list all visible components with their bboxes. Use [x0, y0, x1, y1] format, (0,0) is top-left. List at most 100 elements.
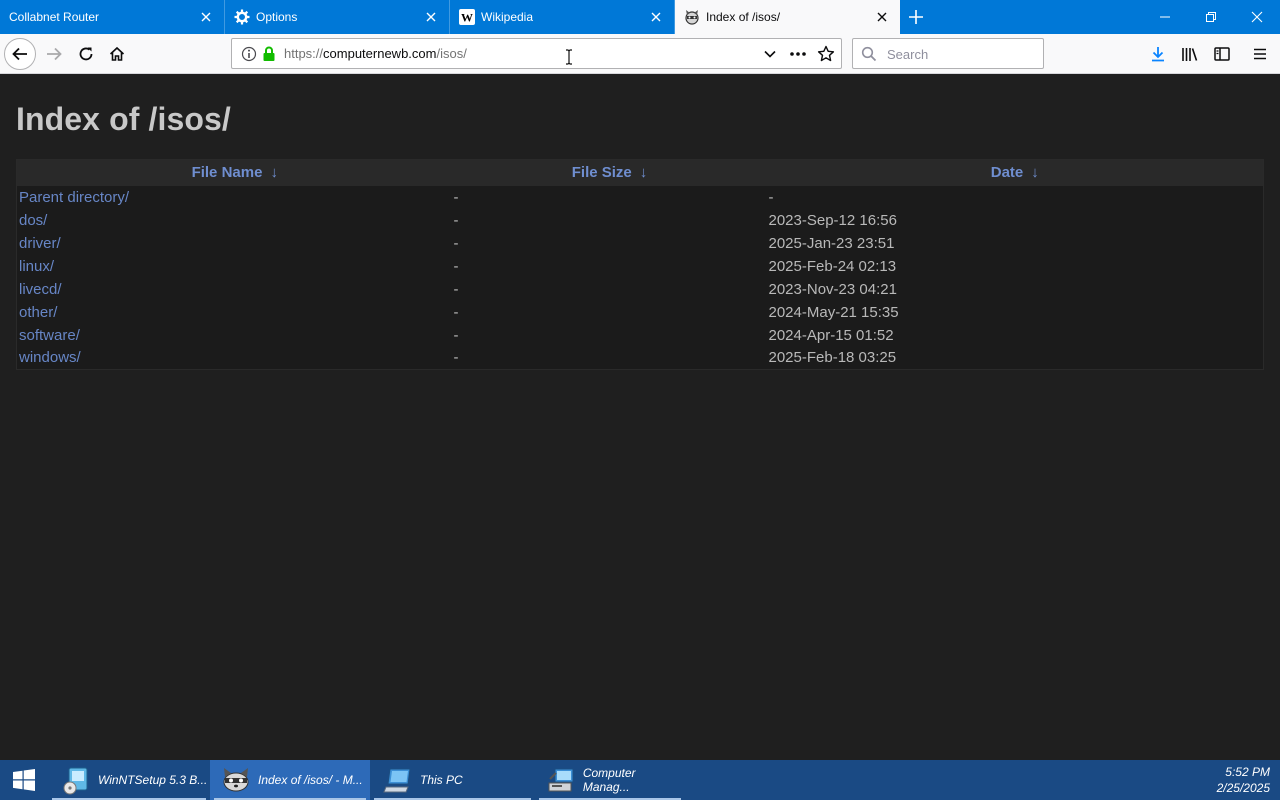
- column-label: File Size: [571, 164, 632, 182]
- taskbar-item-computer-management[interactable]: Computer Manag...: [535, 760, 685, 800]
- column-header-file-name[interactable]: File Name ↓: [16, 159, 453, 186]
- menu-button[interactable]: [1248, 42, 1272, 66]
- date-cell: 2025-Feb-18 03:25: [768, 349, 897, 367]
- back-arrow-icon: [12, 47, 27, 61]
- page-title: Index of /isos/: [16, 101, 231, 137]
- library-icon: [1182, 48, 1198, 61]
- file-size-cell: -: [453, 280, 459, 298]
- downloads-button[interactable]: [1146, 42, 1170, 66]
- minimize-icon: [1160, 16, 1170, 18]
- directory-link[interactable]: dos/: [19, 212, 47, 229]
- close-tab-icon[interactable]: [198, 9, 214, 25]
- forward-button[interactable]: [38, 38, 70, 70]
- chevron-down-icon: [764, 50, 776, 58]
- reload-button[interactable]: [70, 38, 102, 70]
- column-label: File Name: [191, 164, 263, 182]
- plus-icon: [909, 10, 923, 24]
- url-text[interactable]: https://computernewb.com/isos/: [284, 46, 467, 61]
- tab-collabnet-router[interactable]: Collabnet Router: [0, 0, 225, 34]
- column-label: Date: [990, 164, 1024, 182]
- page-content: Index of /isos/ File Name ↓ File Size ↓ Da…: [0, 75, 1280, 760]
- page-actions-button[interactable]: [789, 45, 807, 63]
- directory-link[interactable]: software/: [19, 327, 80, 344]
- taskbar-item-label: This PC: [420, 773, 463, 787]
- reload-icon: [79, 47, 93, 61]
- restore-button[interactable]: [1188, 0, 1234, 34]
- directory-link[interactable]: linux/: [19, 258, 54, 275]
- clock-time: 5:52 PM: [1225, 765, 1270, 779]
- new-tab-button[interactable]: [900, 0, 932, 34]
- date-cell: 2025-Jan-23 23:51: [768, 234, 895, 252]
- tab-index-of-isos[interactable]: Index of /isos/: [675, 0, 900, 34]
- sort-arrow-icon: ↓: [1031, 164, 1039, 182]
- restore-icon: [1206, 12, 1216, 22]
- tab-options[interactable]: Options: [225, 0, 450, 34]
- close-icon: [1251, 11, 1263, 23]
- lock-icon[interactable]: [262, 46, 276, 62]
- taskbar-item-label: Computer Manag...: [582, 766, 636, 794]
- taskbar-item-winntsetup[interactable]: WinNTSetup 5.3 B...: [48, 760, 210, 800]
- tab-title: Wikipedia: [481, 10, 534, 24]
- taskbar-item-label: WinNTSetup 5.3 B...: [98, 773, 208, 787]
- directory-link[interactable]: livecd/: [19, 281, 62, 298]
- column-header-date[interactable]: Date ↓: [766, 159, 1264, 186]
- star-icon: [817, 45, 835, 62]
- url-bar[interactable]: https://computernewb.com/isos/: [231, 38, 842, 69]
- sidebar-toggle-button[interactable]: [1210, 42, 1234, 66]
- taskbar-item-this-pc[interactable]: This PC: [370, 760, 535, 800]
- directory-link[interactable]: windows/: [19, 349, 81, 366]
- home-icon: [109, 46, 125, 61]
- url-host: computernewb.com: [323, 46, 437, 61]
- back-button[interactable]: [4, 38, 36, 70]
- sort-arrow-icon: ↓: [639, 164, 648, 182]
- directory-link[interactable]: Parent directory/: [19, 189, 129, 206]
- taskbar-item-firefox[interactable]: Index of /isos/ - M...: [210, 760, 370, 800]
- date-cell: 2025-Feb-24 02:13: [768, 257, 897, 275]
- navigation-toolbar: https://computernewb.com/isos/: [0, 34, 1280, 74]
- home-button[interactable]: [101, 38, 133, 70]
- close-tab-icon[interactable]: [648, 9, 664, 25]
- info-icon[interactable]: [241, 46, 257, 62]
- close-window-button[interactable]: [1234, 0, 1280, 34]
- table-row: dos/ - 2023-Sep-12 16:56: [17, 209, 1264, 232]
- search-input[interactable]: [887, 44, 1037, 64]
- sort-arrow-icon: ↓: [270, 164, 278, 182]
- windows-taskbar: WinNTSetup 5.3 B... Index of /isos/ - M.…: [0, 760, 1280, 800]
- close-tab-icon[interactable]: [874, 9, 890, 25]
- raccoon-favicon-icon: [684, 9, 700, 25]
- url-dropdown-button[interactable]: [761, 45, 779, 63]
- close-tab-icon[interactable]: [423, 9, 439, 25]
- directory-link[interactable]: other/: [19, 304, 57, 321]
- search-bar[interactable]: [852, 38, 1044, 69]
- directory-listing-table: File Name ↓ File Size ↓ Date ↓ Parent direc…: [16, 159, 1264, 370]
- table-row: livecd/ - 2023-Nov-23 04:21: [17, 278, 1264, 301]
- minimize-button[interactable]: [1142, 0, 1188, 34]
- forward-arrow-icon: [47, 47, 62, 61]
- column-header-file-size[interactable]: File Size ↓: [452, 159, 767, 186]
- table-row: windows/ - 2025-Feb-18 03:25: [17, 347, 1264, 370]
- start-button[interactable]: [0, 760, 48, 800]
- window-controls: [1142, 0, 1280, 34]
- file-size-cell: -: [453, 349, 459, 367]
- table-row: other/ - 2024-May-21 15:35: [17, 301, 1264, 324]
- date-cell: 2024-May-21 15:35: [768, 303, 899, 321]
- table-row: linux/ - 2025-Feb-24 02:13: [17, 255, 1264, 278]
- file-size-cell: -: [453, 303, 459, 321]
- this-pc-icon: [382, 764, 414, 796]
- table-row: Parent directory/ - -: [17, 186, 1264, 209]
- file-size-cell: -: [453, 234, 459, 252]
- tab-strip: Collabnet Router Options W Wikipedia Ind…: [0, 0, 1280, 34]
- wikipedia-icon: W: [459, 9, 475, 25]
- text-cursor-icon: [566, 49, 572, 65]
- library-button[interactable]: [1178, 42, 1202, 66]
- clock-date: 2/25/2025: [1216, 781, 1270, 795]
- bookmark-star-button[interactable]: [817, 45, 835, 63]
- tab-title: Collabnet Router: [9, 10, 100, 24]
- directory-link[interactable]: driver/: [19, 235, 61, 252]
- tab-wikipedia[interactable]: W Wikipedia: [450, 0, 675, 34]
- url-path: /isos/: [436, 46, 467, 61]
- computer-management-icon: [545, 764, 577, 796]
- system-clock[interactable]: 5:52 PM 2/25/2025: [1217, 764, 1270, 796]
- search-icon: [861, 46, 877, 62]
- table-row: driver/ - 2025-Jan-23 23:51: [17, 232, 1264, 255]
